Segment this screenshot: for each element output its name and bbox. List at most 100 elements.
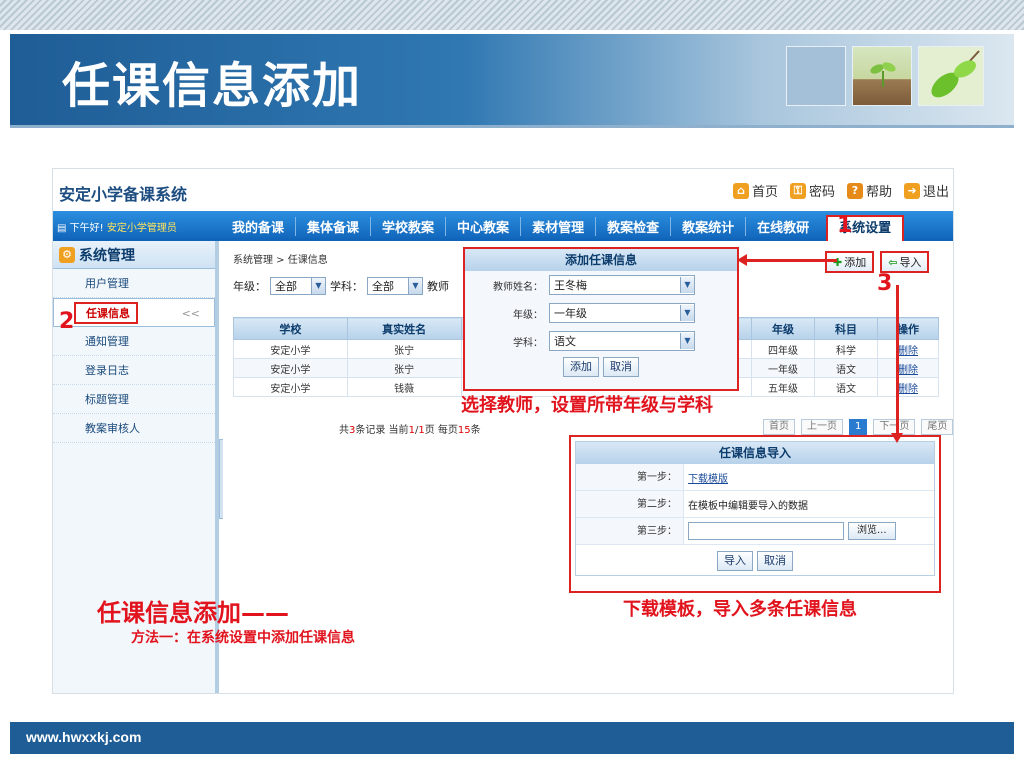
step2-label: 第二步： [576, 491, 684, 517]
subject-filter-value: 全部 [372, 280, 394, 293]
chevron-down-icon: ▼ [311, 278, 325, 294]
nav-materials[interactable]: 素材管理 [521, 216, 597, 236]
sidebar-header: ⚙ 系统管理 [53, 241, 215, 269]
home-link[interactable]: ⌂ 首页 [732, 181, 778, 200]
annotation-method: 方法一：在系统设置中添加任课信息 [131, 630, 355, 646]
plus-icon: ✚ [833, 255, 843, 269]
step-number-3: 3 [877, 271, 893, 296]
top-links: ⌂ 首页 ⚿ 密码 ? 帮助 ➜ 退出 [732, 181, 949, 200]
cancel-button[interactable]: 取消 [757, 551, 793, 571]
nav-plan-stats[interactable]: 教案统计 [671, 216, 747, 236]
download-template-link[interactable]: 下载模版 [688, 470, 728, 485]
cell-grade: 五年级 [751, 377, 816, 397]
home-label: 首页 [751, 185, 778, 200]
app-name: 安定小学备课系统 [59, 185, 188, 204]
arrow-left-icon: ⇦ [888, 255, 898, 269]
step-number-1: 1 [837, 213, 853, 238]
dialog-buttons: 添加 取消 [465, 357, 737, 377]
nav-online-research[interactable]: 在线教研 [746, 217, 820, 236]
grade-select[interactable]: 一年级 ▼ [549, 303, 695, 323]
column-header: 科目 [814, 317, 878, 340]
leaf-icon [931, 50, 980, 98]
annotation-heading: 任课信息添加—— [97, 599, 289, 627]
cancel-button[interactable]: 取消 [603, 357, 639, 377]
password-link[interactable]: ⚿ 密码 [789, 181, 835, 200]
teacher-label: 教师姓名： [493, 281, 543, 293]
slide-title: 任课信息添加 [62, 58, 363, 114]
sidebar-item-titles[interactable]: 标题管理 [53, 385, 215, 414]
subject-label: 学科： [513, 337, 543, 349]
teacher-select[interactable]: 王冬梅 ▼ [549, 275, 695, 295]
sidebar-item-reviewers[interactable]: 教案审核人 [53, 414, 215, 443]
sidebar-item-login-log[interactable]: 登录日志 [53, 356, 215, 385]
help-link[interactable]: ? 帮助 [846, 181, 892, 200]
add-button[interactable]: ✚ 添加 [825, 251, 875, 273]
add-button-label: 添加 [844, 256, 867, 269]
subject-select[interactable]: 语文 ▼ [549, 331, 695, 351]
column-header: 学校 [233, 317, 348, 340]
teacher-filter-label: 教师 [427, 280, 449, 293]
grade-filter-value: 全部 [275, 280, 297, 293]
confirm-add-button[interactable]: 添加 [563, 357, 599, 377]
breadcrumb: 系统管理 > 任课信息 [233, 255, 328, 266]
first-page-button[interactable]: 首页 [763, 419, 795, 435]
chevron-down-icon: ▼ [680, 277, 694, 293]
annotation-import-note: 下载模板，导入多条任课信息 [623, 599, 857, 620]
nav-school-plans[interactable]: 学校教案 [371, 216, 447, 236]
import-teaching-info-dialog: 任课信息导入 第一步： 下载模版 第二步： 在模板中编辑要导入的数据 第三步： 浏览.… [569, 435, 941, 593]
pager-buttons: 首页 上一页 1 下一页 尾页 [763, 419, 953, 435]
cell-subject: 科学 [814, 339, 878, 359]
file-path-input[interactable] [688, 522, 844, 540]
prev-page-button[interactable]: 上一页 [801, 419, 843, 435]
annotation-arrow-down [891, 285, 903, 443]
step2-row: 第二步： 在模板中编辑要导入的数据 [576, 491, 934, 518]
cell-subject: 语文 [814, 358, 878, 378]
sidebar-item-users[interactable]: 用户管理 [53, 269, 215, 298]
pager-text: 页 每页 [424, 425, 458, 436]
sidebar-item-teaching-info[interactable]: 任课信息 << [53, 298, 215, 327]
footer-url: www.hwxxkj.com [26, 729, 142, 745]
cell-grade: 一年级 [751, 358, 816, 378]
nav-center-plans[interactable]: 中心教案 [446, 216, 522, 236]
sidebar-title: 系统管理 [79, 247, 135, 264]
sprout-image [852, 46, 912, 106]
exit-link[interactable]: ➜ 退出 [903, 181, 949, 200]
main-nav: ▤ 下午好! 安定小学管理员 我的备课 集体备课 学校教案 中心教案 素材管理 … [53, 211, 953, 241]
sidebar-item-notices[interactable]: 通知管理 [53, 327, 215, 356]
decorative-stripe [0, 0, 1024, 30]
subject-filter-select[interactable]: 全部 ▼ [367, 277, 423, 295]
collapse-chevron-icon[interactable]: << [182, 299, 200, 328]
confirm-import-button[interactable]: 导入 [717, 551, 753, 571]
delete-link[interactable]: 删除 [898, 365, 918, 376]
nav-my-lessons[interactable]: 我的备课 [221, 216, 297, 236]
page-1-button[interactable]: 1 [849, 419, 868, 435]
annotation-add-note: 选择教师，设置所带年级与学科 [461, 395, 713, 416]
step2-text: 在模板中编辑要导入的数据 [688, 500, 808, 512]
nav-plan-check[interactable]: 教案检查 [596, 216, 672, 236]
annotation-arrow-left [737, 254, 837, 266]
teacher-row: 教师姓名： 王冬梅 ▼ [465, 271, 737, 299]
cell-name: 张宁 [346, 358, 462, 378]
dialog-title: 添加任课信息 [465, 249, 737, 271]
import-button[interactable]: ⇦ 导入 [880, 251, 930, 273]
greeting: ▤ 下午好! 安定小学管理员 [53, 219, 221, 234]
step1-row: 第一步： 下载模版 [576, 464, 934, 491]
key-icon: ⚿ [789, 182, 806, 199]
cell-school: 安定小学 [233, 377, 348, 397]
grade-row: 年级： 一年级 ▼ [465, 299, 737, 327]
last-page-button[interactable]: 尾页 [921, 419, 953, 435]
column-header: 真实姓名 [346, 317, 462, 340]
step3-label: 第三步： [576, 518, 684, 544]
nav-group-lessons[interactable]: 集体备课 [296, 216, 372, 236]
delete-link[interactable]: 删除 [898, 346, 918, 357]
settings-icon: ⚙ [59, 246, 75, 263]
slide-footer [10, 722, 1014, 754]
grade-filter-select[interactable]: 全部 ▼ [270, 277, 326, 295]
teacher-value: 王冬梅 [554, 279, 587, 292]
pager-text: 条 [470, 425, 481, 436]
sprout-icon [870, 62, 896, 87]
filter-bar: 年级： 全部 ▼ 学科： 全部 ▼ 教师 [233, 277, 449, 295]
browse-button[interactable]: 浏览... [848, 522, 896, 540]
column-header: 年级 [751, 317, 816, 340]
delete-link[interactable]: 删除 [898, 384, 918, 395]
